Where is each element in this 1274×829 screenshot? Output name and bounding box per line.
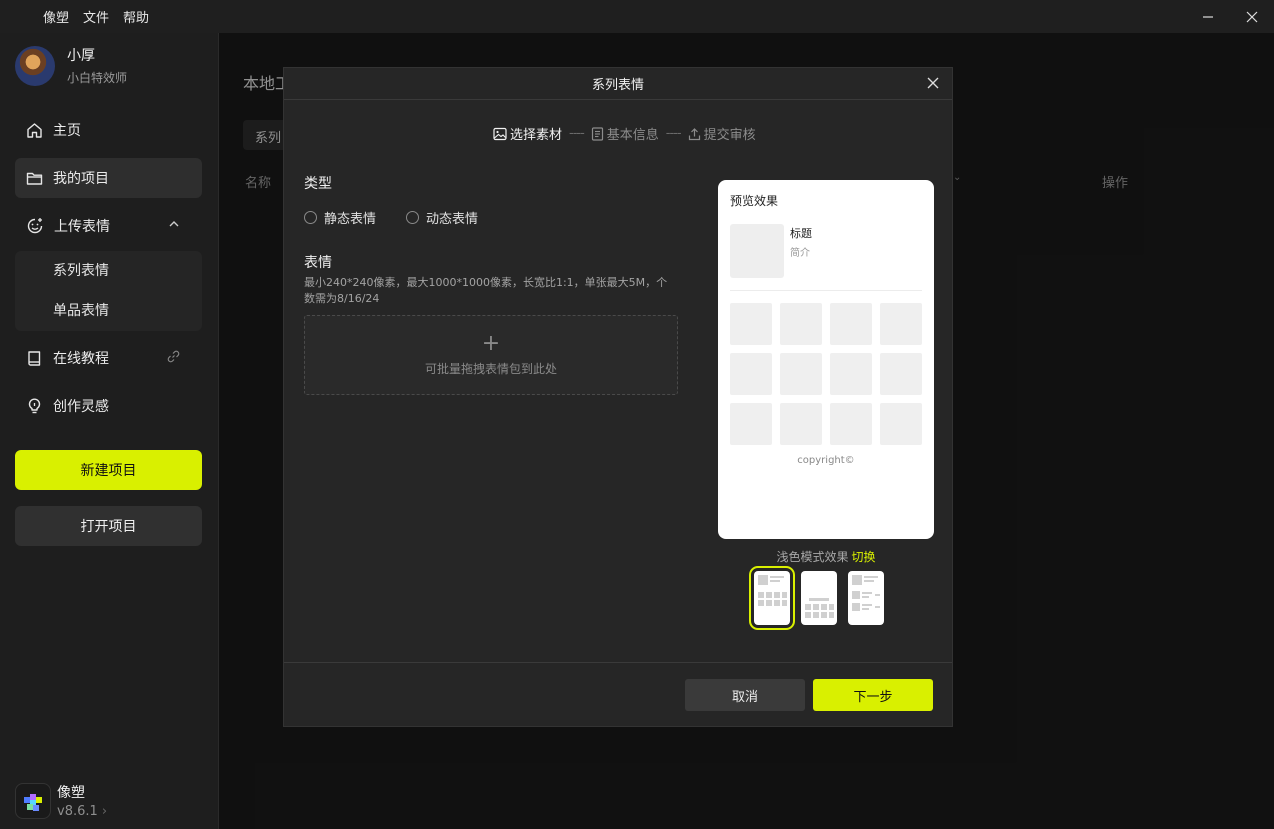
- sticker-placeholder: [880, 303, 922, 345]
- sticker-label: 表情: [304, 255, 332, 271]
- sticker-placeholder: [880, 353, 922, 395]
- user-role: 小白特效师: [67, 71, 128, 85]
- window-close-button[interactable]: [1230, 0, 1274, 33]
- sidebar-item-upload-sticker[interactable]: 上传表情: [15, 206, 202, 246]
- sidebar-item-home[interactable]: 主页: [15, 110, 202, 150]
- dropzone-hint: 可批量拖拽表情包到此处: [424, 361, 557, 376]
- layout-option-3[interactable]: [848, 571, 884, 625]
- preview-copyright: copyright©: [797, 455, 855, 466]
- book-icon: [28, 350, 41, 366]
- layout-option-2[interactable]: [801, 571, 837, 625]
- step-basic-info: 基本信息: [591, 124, 659, 143]
- preview-intro: 简介: [790, 248, 810, 259]
- step-separator: ----: [665, 126, 682, 141]
- new-project-button[interactable]: 新建项目: [15, 450, 202, 490]
- sidebar-item-my-projects[interactable]: 我的项目: [15, 158, 202, 198]
- preview-title: 预览效果: [730, 194, 779, 208]
- sticker-placeholder: [830, 303, 872, 345]
- chevron-up-icon: [169, 221, 179, 227]
- step-indicator: 选择素材 ---- 基本信息 ---- 提交审核: [493, 124, 756, 143]
- sidebar-item-label: 主页: [53, 123, 81, 139]
- sticker-placeholder: [780, 403, 822, 445]
- close-icon: [1246, 11, 1258, 22]
- menu-bar: 像塑 文件 帮助: [43, 7, 149, 26]
- theme-mode-text: 浅色模式效果: [776, 550, 849, 564]
- sticker-placeholder: [730, 403, 772, 445]
- sticker-placeholder: [780, 303, 822, 345]
- sidebar-item-tutorial[interactable]: 在线教程: [15, 338, 202, 378]
- document-icon: [591, 126, 603, 141]
- title-bar: 像塑 文件 帮助: [0, 0, 1274, 33]
- type-label: 类型: [304, 176, 332, 192]
- user-name: 小厚: [67, 48, 95, 64]
- step-submit-review: 提交审核: [688, 124, 756, 143]
- upload-submenu: 系列表情 单品表情: [15, 251, 202, 331]
- menu-app[interactable]: 像塑: [43, 7, 69, 26]
- radio-static-sticker[interactable]: 静态表情: [304, 208, 376, 227]
- menu-file[interactable]: 文件: [83, 7, 109, 26]
- sidebar-item-label: 上传表情: [54, 219, 110, 235]
- sticker-placeholder: [780, 353, 822, 395]
- step-separator: ----: [569, 126, 585, 141]
- avatar: [15, 45, 55, 86]
- layout-options: [749, 566, 884, 630]
- sidebar-item-label: 我的项目: [53, 171, 109, 187]
- plus-icon: +: [481, 330, 501, 356]
- series-sticker-dialog: 系列表情 选择素材 ---- 基本信息 ---- 提交审核 类型 静态表情 动态…: [283, 67, 953, 727]
- open-project-button[interactable]: 打开项目: [15, 506, 202, 546]
- preview-cover-placeholder: [730, 224, 784, 278]
- cube-logo-icon: [24, 793, 42, 811]
- preview-card: 预览效果 标题 简介 copyright©: [718, 180, 934, 539]
- preview-sticker-grid: [730, 303, 922, 445]
- layout-option-1[interactable]: [749, 566, 795, 630]
- image-icon: [493, 127, 507, 140]
- next-step-button[interactable]: 下一步: [813, 679, 933, 711]
- folder-icon: [26, 172, 43, 185]
- chevron-right-icon: ›: [101, 804, 108, 819]
- sticker-placeholder: [730, 353, 772, 395]
- radio-circle: [304, 211, 317, 224]
- step-select-material: 选择素材: [493, 124, 562, 143]
- radio-circle: [406, 211, 420, 224]
- theme-mode-line: 浅色模式效果 切换: [718, 548, 934, 565]
- sticker-placeholder: [730, 303, 772, 345]
- type-radio-group: 静态表情 动态表情: [304, 208, 478, 227]
- app-name: 像塑: [57, 785, 85, 801]
- cancel-button[interactable]: 取消: [685, 679, 805, 711]
- bulb-icon: [28, 398, 41, 413]
- sticker-requirements: 最小240*240像素，最大1000*1000像素，长宽比1:1，单张最大5M，…: [304, 276, 668, 305]
- sticker-placeholder: [830, 403, 872, 445]
- link-icon: [167, 350, 180, 363]
- sidebar-item-label: 在线教程: [53, 351, 109, 367]
- dialog-header: 系列表情: [284, 68, 952, 100]
- dialog-close-button[interactable]: [926, 76, 940, 94]
- dialog-footer: 取消 下一步: [284, 662, 952, 726]
- sidebar: 小厚 小白特效师 主页 我的项目 上传表情 系列表情 单品表情 在线教程 创作灵…: [0, 33, 219, 829]
- menu-help[interactable]: 帮助: [123, 7, 149, 26]
- user-profile[interactable]: 小厚 小白特效师: [15, 45, 127, 86]
- sidebar-item-inspiration[interactable]: 创作灵感: [15, 386, 202, 426]
- sidebar-item-single-sticker[interactable]: 单品表情: [15, 291, 202, 331]
- minimize-icon: [1203, 15, 1213, 18]
- sticker-placeholder: [830, 353, 872, 395]
- app-version-info[interactable]: 像塑 v8.6.1 ›: [15, 782, 107, 819]
- upload-icon: [688, 127, 700, 140]
- sidebar-item-series-sticker[interactable]: 系列表情: [15, 251, 202, 291]
- preview-name: 标题: [790, 227, 812, 240]
- close-icon: [927, 77, 939, 89]
- sticker-dropzone[interactable]: + 可批量拖拽表情包到此处: [304, 315, 678, 395]
- app-logo: [15, 782, 51, 819]
- home-icon: [27, 122, 42, 138]
- sticker-placeholder: [880, 403, 922, 445]
- dialog-title: 系列表情: [591, 78, 644, 93]
- sidebar-item-label: 创作灵感: [53, 399, 109, 415]
- preview-divider: [730, 290, 922, 291]
- theme-switch-link[interactable]: 切换: [852, 550, 876, 564]
- app-version: v8.6.1 ›: [57, 804, 108, 819]
- minimize-button[interactable]: [1186, 0, 1230, 33]
- radio-animated-sticker[interactable]: 动态表情: [406, 208, 478, 227]
- emoji-upload-icon: [27, 218, 43, 234]
